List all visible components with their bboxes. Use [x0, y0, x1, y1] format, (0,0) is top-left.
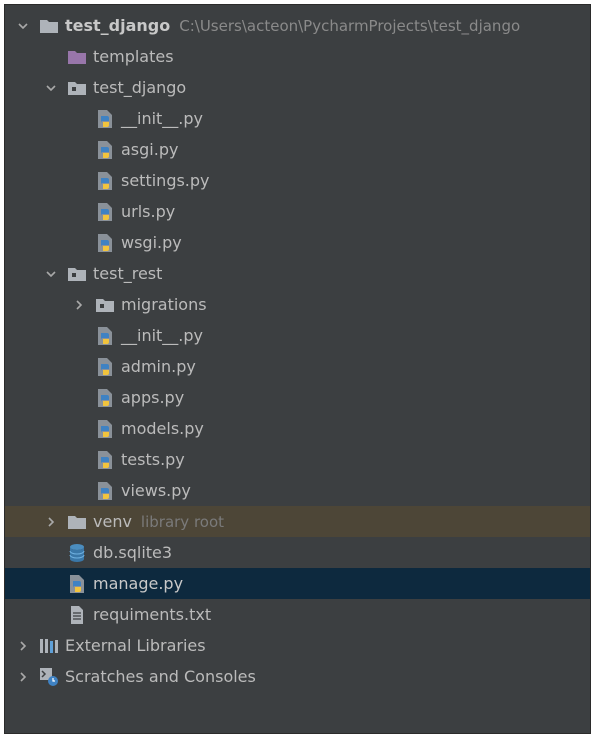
folder-icon [67, 512, 87, 532]
tree-item-label: manage.py [93, 574, 184, 593]
project-path: C:\Users\acteon\PycharmProjects\test_dja… [179, 16, 521, 35]
tree-item-file[interactable]: __init__.py [5, 320, 590, 351]
tree-item-migrations[interactable]: migrations [5, 289, 590, 320]
tree-item-label: test_rest [93, 264, 163, 283]
tree-item-label: External Libraries [65, 636, 206, 655]
tree-item-test-django-package[interactable]: test_django [5, 72, 590, 103]
tree-item-db[interactable]: db.sqlite3 [5, 537, 590, 568]
tree-item-file[interactable]: urls.py [5, 196, 590, 227]
package-folder-icon [95, 295, 115, 315]
tree-item-requirements[interactable]: requiments.txt [5, 599, 590, 630]
tree-item-file[interactable]: models.py [5, 413, 590, 444]
chevron-down-icon[interactable] [17, 20, 29, 32]
tree-item-label: asgi.py [121, 140, 179, 159]
python-file-icon [95, 450, 115, 470]
tree-item-label: requiments.txt [93, 605, 212, 624]
python-file-icon [95, 357, 115, 377]
tree-item-label: venv [93, 512, 132, 531]
tree-item-file[interactable]: __init__.py [5, 103, 590, 134]
python-file-icon [95, 202, 115, 222]
text-file-icon [67, 605, 87, 625]
library-root-hint: library root [140, 512, 225, 531]
package-folder-icon [67, 78, 87, 98]
tree-item-external-libraries[interactable]: External Libraries [5, 630, 590, 661]
python-file-icon [67, 574, 87, 594]
tree-item-scratches[interactable]: Scratches and Consoles [5, 661, 590, 692]
library-icon [39, 636, 59, 656]
python-file-icon [95, 171, 115, 191]
project-name: test_django [65, 16, 171, 35]
tree-item-label: wsgi.py [121, 233, 182, 252]
tree-item-file[interactable]: views.py [5, 475, 590, 506]
tree-item-label: apps.py [121, 388, 185, 407]
chevron-down-icon[interactable] [45, 82, 57, 94]
tree-item-label: views.py [121, 481, 191, 500]
folder-icon [39, 16, 59, 36]
tree-item-project-root[interactable]: test_django C:\Users\acteon\PycharmProje… [5, 10, 590, 41]
chevron-right-icon[interactable] [17, 640, 29, 652]
database-icon [67, 543, 87, 563]
tree-item-file[interactable]: admin.py [5, 351, 590, 382]
scratches-icon [39, 667, 59, 687]
tree-item-label: settings.py [121, 171, 210, 190]
tree-item-file[interactable]: asgi.py [5, 134, 590, 165]
tree-item-templates[interactable]: templates [5, 41, 590, 72]
tree-item-file[interactable]: tests.py [5, 444, 590, 475]
chevron-down-icon[interactable] [45, 268, 57, 280]
tree-item-venv[interactable]: venv library root [5, 506, 590, 537]
python-file-icon [95, 326, 115, 346]
python-file-icon [95, 233, 115, 253]
tree-item-label: urls.py [121, 202, 176, 221]
tree-item-label: templates [93, 47, 174, 66]
project-tree-panel: test_django C:\Users\acteon\PycharmProje… [4, 4, 591, 734]
tree-item-label: __init__.py [121, 109, 204, 128]
tree-item-label: models.py [121, 419, 204, 438]
tree-item-manage-selected[interactable]: manage.py [5, 568, 590, 599]
chevron-right-icon[interactable] [73, 299, 85, 311]
tree-item-label: Scratches and Consoles [65, 667, 256, 686]
tree-item-label: __init__.py [121, 326, 204, 345]
python-file-icon [95, 481, 115, 501]
tree-item-test-rest-package[interactable]: test_rest [5, 258, 590, 289]
python-file-icon [95, 388, 115, 408]
tree-item-label: admin.py [121, 357, 196, 376]
python-file-icon [95, 419, 115, 439]
tree-item-file[interactable]: settings.py [5, 165, 590, 196]
chevron-right-icon[interactable] [17, 671, 29, 683]
python-file-icon [95, 109, 115, 129]
python-file-icon [95, 140, 115, 160]
tree-item-label: migrations [121, 295, 207, 314]
tree-item-label: test_django [93, 78, 187, 97]
folder-icon [67, 47, 87, 67]
package-folder-icon [67, 264, 87, 284]
tree-item-file[interactable]: apps.py [5, 382, 590, 413]
tree-item-label: tests.py [121, 450, 185, 469]
chevron-right-icon[interactable] [45, 516, 57, 528]
tree-item-file[interactable]: wsgi.py [5, 227, 590, 258]
tree-item-label: db.sqlite3 [93, 543, 173, 562]
